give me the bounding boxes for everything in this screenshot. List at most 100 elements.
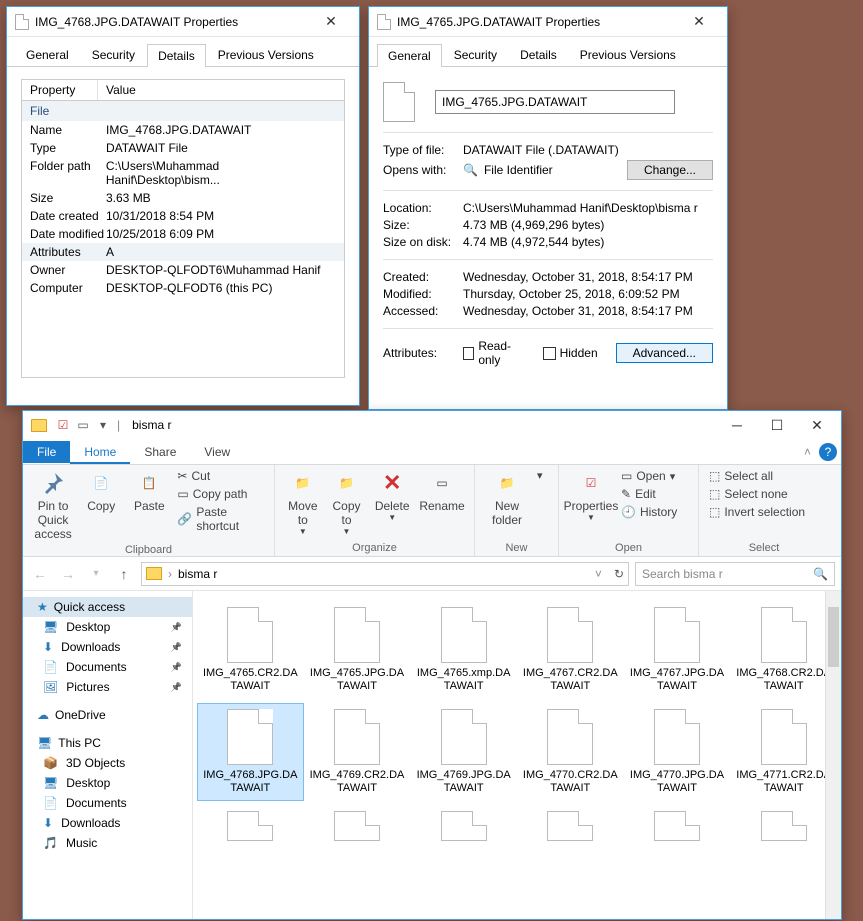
breadcrumb[interactable]: bisma r	[178, 567, 217, 581]
tab-previous[interactable]: Previous Versions	[207, 43, 325, 66]
sidebar-desktop2[interactable]: 🖥Desktop	[23, 773, 192, 793]
folder-icon	[31, 419, 47, 432]
sidebar-onedrive[interactable]: ☁OneDrive	[23, 705, 192, 725]
hidden-checkbox[interactable]: Hidden	[543, 346, 598, 360]
up-button[interactable]: ↑	[113, 566, 135, 582]
delete-button[interactable]: ✕Delete▼	[368, 467, 416, 524]
file-item[interactable]: IMG_4770.CR2.DATAWAIT	[517, 703, 624, 801]
sidebar-desktop[interactable]: 🖥Desktop	[23, 617, 192, 637]
maximize-button[interactable]: ☐	[757, 417, 797, 434]
copyto-button[interactable]: 📁Copy to▼	[325, 467, 369, 538]
file-item[interactable]: IMG_4768.CR2.DATAWAIT	[730, 601, 837, 699]
collapse-ribbon-icon[interactable]: ˄	[804, 445, 811, 459]
paste-button[interactable]: 📋Paste	[125, 467, 173, 515]
close-button[interactable]: ✕	[311, 13, 351, 30]
pin-quickaccess-button[interactable]: Pin to Quick access	[29, 467, 77, 543]
tab-details[interactable]: Details	[147, 44, 206, 67]
file-item[interactable]: IMG_4771.CR2.DATAWAIT	[730, 703, 837, 801]
close-button[interactable]: ✕	[797, 417, 837, 434]
invertselection-button[interactable]: ⬚Invert selection	[705, 503, 809, 521]
tab-general[interactable]: General	[15, 43, 80, 66]
open-button[interactable]: ▭Open ▾	[617, 467, 681, 485]
sidebar-pictures[interactable]: 🖼Pictures	[23, 677, 192, 697]
group-organize-label: Organize	[281, 541, 468, 556]
file-item[interactable]: IMG_4765.JPG.DATAWAIT	[304, 601, 411, 699]
address-bar[interactable]: › bisma r ˅ ↻	[141, 562, 629, 586]
copy-button[interactable]: 📄Copy	[77, 467, 125, 515]
pasteshortcut-button[interactable]: 🔗Paste shortcut	[173, 503, 268, 535]
moveto-button[interactable]: 📁Move to▼	[281, 467, 325, 538]
qat-properties-icon[interactable]: ☑	[53, 418, 73, 432]
row-attributes: AttributesA	[22, 243, 344, 261]
history-button[interactable]: 🕘History	[617, 503, 681, 521]
file-item[interactable]	[410, 805, 517, 851]
details-list: File NameIMG_4768.JPG.DATAWAIT TypeDATAW…	[21, 101, 345, 378]
tab-general[interactable]: General	[377, 44, 442, 67]
menu-file[interactable]: File	[23, 441, 70, 463]
tab-details[interactable]: Details	[509, 43, 568, 66]
file-item[interactable]: IMG_4769.JPG.DATAWAIT	[410, 703, 517, 801]
copypath-button[interactable]: ▭Copy path	[173, 485, 268, 503]
file-icon	[547, 709, 593, 765]
tab-security[interactable]: Security	[443, 43, 508, 66]
newitem-button[interactable]: ▾	[533, 467, 547, 484]
file-item[interactable]: IMG_4767.CR2.DATAWAIT	[517, 601, 624, 699]
help-icon[interactable]: ?	[819, 443, 837, 461]
tab-security[interactable]: Security	[81, 43, 146, 66]
row-attributes: Attributes: Read-only Hidden Advanced...	[383, 339, 713, 367]
refresh-icon[interactable]: ↻	[614, 567, 624, 581]
file-item[interactable]: IMG_4770.JPG.DATAWAIT	[624, 703, 731, 801]
sidebar-quickaccess[interactable]: ★Quick access	[23, 597, 192, 617]
minimize-button[interactable]: ─	[717, 417, 757, 433]
explorer-titlebar[interactable]: ☑ ▭ ▾ | bisma r ─ ☐ ✕	[23, 411, 841, 439]
edit-button[interactable]: ✎Edit	[617, 485, 681, 503]
search-input[interactable]: Search bisma r 🔍	[635, 562, 835, 586]
forward-button[interactable]: →	[57, 566, 79, 582]
change-button[interactable]: Change...	[627, 160, 713, 180]
recent-button[interactable]: ▾	[85, 568, 107, 579]
selectnone-button[interactable]: ⬚Select none	[705, 485, 809, 503]
back-button[interactable]: ←	[29, 566, 51, 582]
file-item[interactable]: IMG_4768.JPG.DATAWAIT	[197, 703, 304, 801]
sidebar-music[interactable]: 🎵Music	[23, 833, 192, 853]
tab-previous[interactable]: Previous Versions	[569, 43, 687, 66]
sidebar-documents2[interactable]: 📄Documents	[23, 793, 192, 813]
newfolder-button[interactable]: 📁New folder	[481, 467, 533, 529]
file-item[interactable]	[304, 805, 411, 851]
titlebar[interactable]: IMG_4768.JPG.DATAWAIT Properties ✕	[7, 7, 359, 37]
qat-dropdown-icon[interactable]: ▾	[93, 418, 113, 432]
sidebar-downloads[interactable]: ⬇Downloads	[23, 637, 192, 657]
sidebar-downloads2[interactable]: ⬇Downloads	[23, 813, 192, 833]
titlebar[interactable]: IMG_4765.JPG.DATAWAIT Properties ✕	[369, 7, 727, 37]
selectall-button[interactable]: ⬚Select all	[705, 467, 809, 485]
properties-button[interactable]: ☑Properties▼	[565, 467, 617, 524]
open-icon: ▭	[621, 469, 632, 483]
qat-newfolder-icon[interactable]: ▭	[73, 418, 93, 432]
dropdown-icon[interactable]: ˅	[595, 567, 602, 581]
file-item[interactable]	[730, 805, 837, 851]
file-item[interactable]	[197, 805, 304, 851]
advanced-button[interactable]: Advanced...	[616, 343, 713, 363]
filename-input[interactable]	[435, 90, 675, 114]
file-item[interactable]: IMG_4769.CR2.DATAWAIT	[304, 703, 411, 801]
rename-button[interactable]: ▭Rename	[416, 467, 468, 515]
sidebar-thispc[interactable]: 🖥This PC	[23, 733, 192, 753]
sidebar-documents[interactable]: 📄Documents	[23, 657, 192, 677]
file-item[interactable]: IMG_4765.xmp.DATAWAIT	[410, 601, 517, 699]
menu-home[interactable]: Home	[70, 441, 130, 463]
file-item[interactable]	[624, 805, 731, 851]
file-item[interactable]	[517, 805, 624, 851]
file-item[interactable]: IMG_4765.CR2.DATAWAIT	[197, 601, 304, 699]
cut-button[interactable]: ✂Cut	[173, 467, 268, 485]
file-name: IMG_4770.JPG.DATAWAIT	[629, 769, 725, 795]
file-item[interactable]: IMG_4767.JPG.DATAWAIT	[624, 601, 731, 699]
tabs: General Security Details Previous Versio…	[369, 37, 727, 67]
close-button[interactable]: ✕	[679, 13, 719, 30]
file-grid[interactable]: IMG_4765.CR2.DATAWAITIMG_4765.JPG.DATAWA…	[193, 591, 841, 919]
readonly-checkbox[interactable]: Read-only	[463, 339, 525, 367]
menu-view[interactable]: View	[190, 441, 244, 463]
sidebar-3dobjects[interactable]: 📦3D Objects	[23, 753, 192, 773]
scrollbar[interactable]	[825, 591, 841, 919]
row-typefile: Type of file:DATAWAIT File (.DATAWAIT)	[383, 143, 713, 157]
menu-share[interactable]: Share	[130, 441, 190, 463]
